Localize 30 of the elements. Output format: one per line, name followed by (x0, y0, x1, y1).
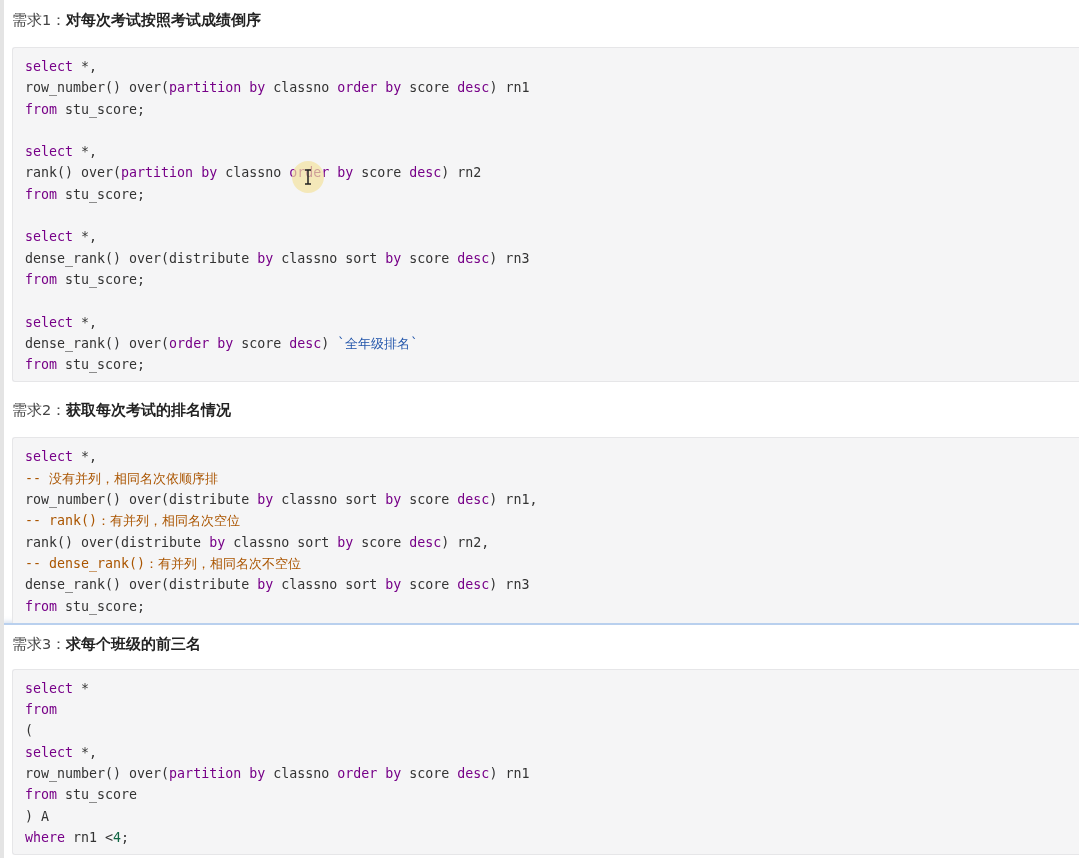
code-line: from stu_score; (25, 598, 146, 614)
code-line: where rn1 <4; (25, 829, 130, 845)
code-line: dense_rank() over(distribute by classno sort by score desc) rn3 (25, 250, 530, 266)
code-line: -- dense_rank()：有并列，相同名次不空位 (25, 555, 302, 571)
code-line: dense_rank() over(distribute by classno sort by score desc) rn3 (25, 577, 530, 593)
code-line: from stu_score; (25, 101, 146, 117)
code-line: select *, (25, 744, 98, 760)
section-heading: 需求1：对每次考试按照考试成绩倒序 (12, 11, 263, 30)
code-line: select *, (25, 144, 98, 160)
code-line: from stu_score; (25, 271, 146, 287)
code-line: select *, (25, 314, 98, 330)
code-line: dense_rank() over(order by score desc) `全年级排名` (25, 335, 419, 351)
code-line: ) A (25, 808, 50, 824)
code-line: select *, (25, 449, 98, 465)
section-heading: 需求2：获取每次考试的排名情况 (12, 401, 233, 421)
code-line: row_number() over(partition by classno order by score desc) rn1 (25, 766, 530, 781)
code-line: ( (25, 723, 33, 739)
code-line: from (25, 702, 58, 718)
code-line: row_number() over(partition by classno order by score desc) rn1 (25, 80, 530, 96)
code-line: -- 没有并列，相同名次依顺序排 (25, 470, 219, 486)
code-line: select * (25, 680, 90, 696)
code-line: -- rank()：有并列，相同名次空位 (25, 513, 241, 529)
code-line: from stu_score (25, 787, 138, 803)
code-line: from stu_score; (25, 186, 146, 202)
code-line: select *, (25, 229, 98, 245)
code-line: from stu_score; (25, 357, 146, 373)
section-heading: 需求3：求每个班级的前三名 (12, 634, 203, 654)
code-line: rank() over(distribute by classno sort by score desc) rn2, (25, 534, 490, 550)
code-line: select *, (25, 59, 98, 74)
code-line: row_number() over(distribute by classno sort by score desc) rn1, (25, 492, 538, 508)
